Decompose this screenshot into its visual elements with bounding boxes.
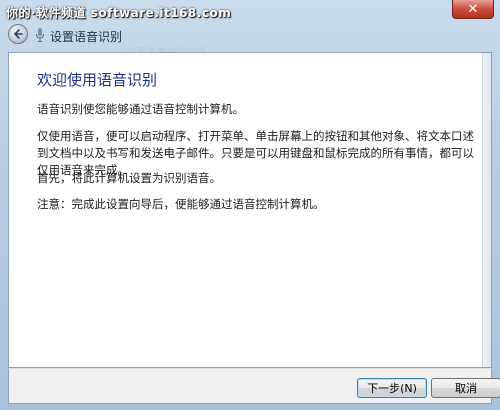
paragraph-note: 注意：完成此设置向导后，便能够通过语音控制计算机。 <box>37 197 325 211</box>
close-icon: ✕ <box>467 1 479 17</box>
cancel-button[interactable]: 取消 <box>431 378 500 398</box>
watermark-text: 你的·软件频道 software.it168.com <box>6 6 232 20</box>
paragraph-intro: 语音识别使您能够通过语音控制计算机。 <box>37 102 244 116</box>
window-title: 设置语音识别 <box>50 30 123 44</box>
window-frame: 你的·软件频道 software.it168.com ✕ 设置语音识别 设置语音… <box>0 0 500 410</box>
back-button[interactable] <box>8 24 28 44</box>
back-arrow-icon <box>13 29 23 39</box>
page-heading: 欢迎使用语音识别 <box>37 71 158 89</box>
content-panel: 欢迎使用语音识别 语音识别使您能够通过语音控制计算机。 仅使用语音，便可以启动程… <box>8 52 492 368</box>
close-button[interactable]: ✕ <box>452 0 494 19</box>
next-button[interactable]: 下一步(N) <box>357 378 427 398</box>
microphone-icon <box>36 28 44 42</box>
paragraph-first-step: 首先，将此计算机设置为识别语音。 <box>37 171 221 185</box>
content-scrollbar[interactable] <box>482 53 491 367</box>
navigation-row: 设置语音识别 设置语音识别向导 <box>0 20 500 59</box>
button-bar: 下一步(N) 取消 <box>8 368 500 404</box>
